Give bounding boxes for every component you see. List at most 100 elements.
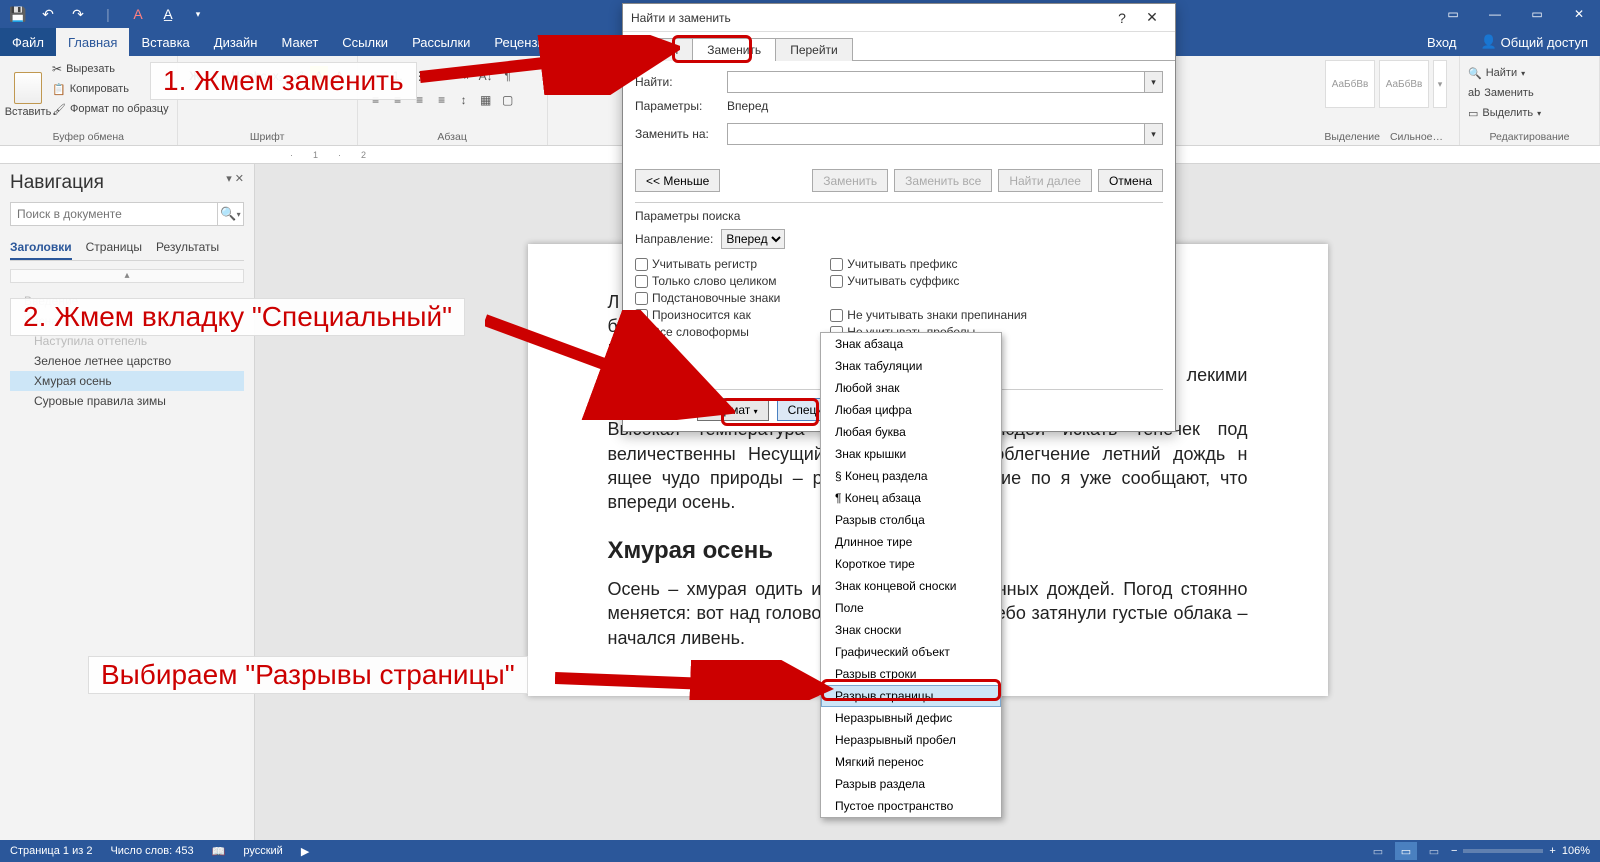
special-menu-item[interactable]: Пустое пространство bbox=[821, 795, 1001, 817]
format-painter-button[interactable]: 🖌Формат по образцу bbox=[52, 100, 169, 118]
status-proofing-icon[interactable]: 📖 bbox=[212, 845, 226, 858]
redo-icon[interactable]: ↷ bbox=[66, 3, 90, 25]
special-menu-item[interactable]: Неразрывный пробел bbox=[821, 729, 1001, 751]
dialog-tab-replace[interactable]: Заменить bbox=[692, 38, 776, 61]
find-button[interactable]: 🔍Найти▾ bbox=[1468, 64, 1541, 82]
line-spacing-button[interactable]: ↕ bbox=[454, 90, 474, 110]
paste-button[interactable]: Вставить bbox=[8, 60, 48, 129]
tab-references[interactable]: Ссылки bbox=[330, 28, 400, 56]
dialog-tab-find[interactable]: Найти bbox=[629, 38, 693, 61]
dialog-close-button[interactable]: ✕ bbox=[1137, 9, 1167, 26]
check-word-forms[interactable]: Все словоформы bbox=[635, 325, 780, 339]
special-menu-item[interactable]: Знак концевой сноски bbox=[821, 575, 1001, 597]
special-menu-item[interactable]: Разрыв раздела bbox=[821, 773, 1001, 795]
save-icon[interactable]: 💾 bbox=[6, 3, 30, 25]
zoom-value[interactable]: 106% bbox=[1562, 845, 1590, 857]
style-box[interactable]: АаБбВв bbox=[1325, 60, 1375, 108]
tab-file[interactable]: Файл bbox=[0, 28, 56, 56]
nav-close-icon[interactable]: ▾ ✕ bbox=[226, 172, 244, 185]
style-gallery[interactable]: АаБбВв АаБбВв ▾ bbox=[1325, 60, 1447, 129]
special-menu-item[interactable]: Неразрывный дефис bbox=[821, 707, 1001, 729]
nav-tab-results[interactable]: Результаты bbox=[156, 236, 219, 260]
check-match-suffix[interactable]: Учитывать суффикс bbox=[830, 274, 1027, 288]
special-menu-item[interactable]: ¶ Конец абзаца bbox=[821, 487, 1001, 509]
dialog-tab-goto[interactable]: Перейти bbox=[775, 38, 853, 61]
less-button[interactable]: << Меньше bbox=[635, 169, 720, 192]
share-button[interactable]: 👤Общий доступ bbox=[1468, 28, 1600, 56]
nav-tab-pages[interactable]: Страницы bbox=[86, 236, 142, 260]
find-dropdown-icon[interactable]: ▾ bbox=[1144, 72, 1162, 92]
find-input[interactable] bbox=[728, 72, 1144, 92]
check-sounds-like[interactable]: Произносится как bbox=[635, 308, 780, 322]
undo-icon[interactable]: ↶ bbox=[36, 3, 60, 25]
check-whole-word[interactable]: Только слово целиком bbox=[635, 274, 780, 288]
tab-review[interactable]: Рецензирование bbox=[482, 28, 606, 56]
special-menu-item[interactable]: Разрыв столбца bbox=[821, 509, 1001, 531]
status-language[interactable]: русский bbox=[243, 845, 282, 857]
sort-button[interactable]: A↓ bbox=[476, 66, 496, 86]
style-box[interactable]: АаБбВв bbox=[1379, 60, 1429, 108]
font-size-icon[interactable]: A̲ bbox=[156, 3, 180, 25]
close-button[interactable]: ✕ bbox=[1558, 0, 1600, 28]
special-menu-item[interactable]: § Конец раздела bbox=[821, 465, 1001, 487]
style-box[interactable]: ▾ bbox=[1433, 60, 1447, 108]
tab-layout[interactable]: Макет bbox=[269, 28, 330, 56]
qat-more-icon[interactable]: ▾ bbox=[186, 3, 210, 25]
special-menu-item[interactable]: Короткое тире bbox=[821, 553, 1001, 575]
search-icon[interactable]: 🔍▾ bbox=[217, 203, 243, 225]
view-read-icon[interactable]: ▭ bbox=[1367, 842, 1389, 860]
special-menu-item[interactable]: Знак абзаца bbox=[821, 333, 1001, 355]
nav-search-input[interactable] bbox=[11, 203, 217, 225]
indent-inc-button[interactable]: ⇥ bbox=[454, 66, 474, 86]
replace-all-button[interactable]: Заменить все bbox=[894, 169, 992, 192]
view-print-icon[interactable]: ▭ bbox=[1395, 842, 1417, 860]
status-page[interactable]: Страница 1 из 2 bbox=[10, 845, 92, 857]
special-menu-item[interactable]: Мягкий перенос bbox=[821, 751, 1001, 773]
justify-button[interactable]: ≡ bbox=[432, 90, 452, 110]
indent-dec-button[interactable]: ⇤ bbox=[432, 66, 452, 86]
font-color-icon[interactable]: A bbox=[126, 3, 150, 25]
replace-input[interactable] bbox=[728, 124, 1144, 144]
borders-button[interactable]: ▢ bbox=[498, 90, 518, 110]
special-menu-item[interactable]: Разрыв страницы bbox=[821, 685, 1001, 707]
status-macro-icon[interactable]: ▶ bbox=[301, 845, 309, 858]
shading-button[interactable]: ▦ bbox=[476, 90, 496, 110]
check-match-case[interactable]: Учитывать регистр bbox=[635, 257, 780, 271]
special-menu-item[interactable]: Графический объект bbox=[821, 641, 1001, 663]
cancel-button[interactable]: Отмена bbox=[1098, 169, 1163, 192]
zoom-slider[interactable] bbox=[1463, 849, 1543, 853]
nav-item[interactable]: Зеленое летнее царство bbox=[10, 351, 244, 371]
minimize-button[interactable]: — bbox=[1474, 0, 1516, 28]
special-menu-item[interactable]: Знак табуляции bbox=[821, 355, 1001, 377]
dialog-help-button[interactable]: ? bbox=[1107, 10, 1137, 26]
status-words[interactable]: Число слов: 453 bbox=[110, 845, 193, 857]
special-menu-item[interactable]: Любая буква bbox=[821, 421, 1001, 443]
special-menu-item[interactable]: Знак сноски bbox=[821, 619, 1001, 641]
nav-search[interactable]: 🔍▾ bbox=[10, 202, 244, 226]
tab-home[interactable]: Главная bbox=[56, 28, 129, 56]
special-menu-item[interactable]: Длинное тире bbox=[821, 531, 1001, 553]
find-next-button[interactable]: Найти далее bbox=[998, 169, 1092, 192]
show-marks-button[interactable]: ¶ bbox=[498, 66, 518, 86]
dialog-titlebar[interactable]: Найти и заменить ? ✕ bbox=[623, 4, 1175, 32]
zoom-out-button[interactable]: − bbox=[1451, 845, 1457, 857]
special-menu-item[interactable]: Знак крышки bbox=[821, 443, 1001, 465]
check-wildcards[interactable]: Подстановочные знаки bbox=[635, 291, 780, 305]
signin-link[interactable]: Вход bbox=[1415, 28, 1468, 56]
direction-select[interactable]: Вперед bbox=[721, 229, 785, 249]
nav-item[interactable]: Суровые правила зимы bbox=[10, 391, 244, 411]
nav-tab-headings[interactable]: Заголовки bbox=[10, 236, 72, 260]
special-menu-item[interactable]: Любая цифра bbox=[821, 399, 1001, 421]
special-menu-item[interactable]: Поле bbox=[821, 597, 1001, 619]
replace-dropdown-icon[interactable]: ▾ bbox=[1144, 124, 1162, 144]
format-button[interactable]: Формат ▾ bbox=[697, 398, 769, 421]
ribbon-options-icon[interactable]: ▭ bbox=[1432, 0, 1474, 28]
special-menu-item[interactable]: Любой знак bbox=[821, 377, 1001, 399]
special-menu-item[interactable]: Разрыв строки bbox=[821, 663, 1001, 685]
view-web-icon[interactable]: ▭ bbox=[1423, 842, 1445, 860]
zoom-in-button[interactable]: + bbox=[1549, 845, 1555, 857]
select-button[interactable]: ▭Выделить▾ bbox=[1468, 104, 1541, 122]
replace-one-button[interactable]: Заменить bbox=[812, 169, 888, 192]
tab-design[interactable]: Дизайн bbox=[202, 28, 270, 56]
tab-mailings[interactable]: Рассылки bbox=[400, 28, 482, 56]
